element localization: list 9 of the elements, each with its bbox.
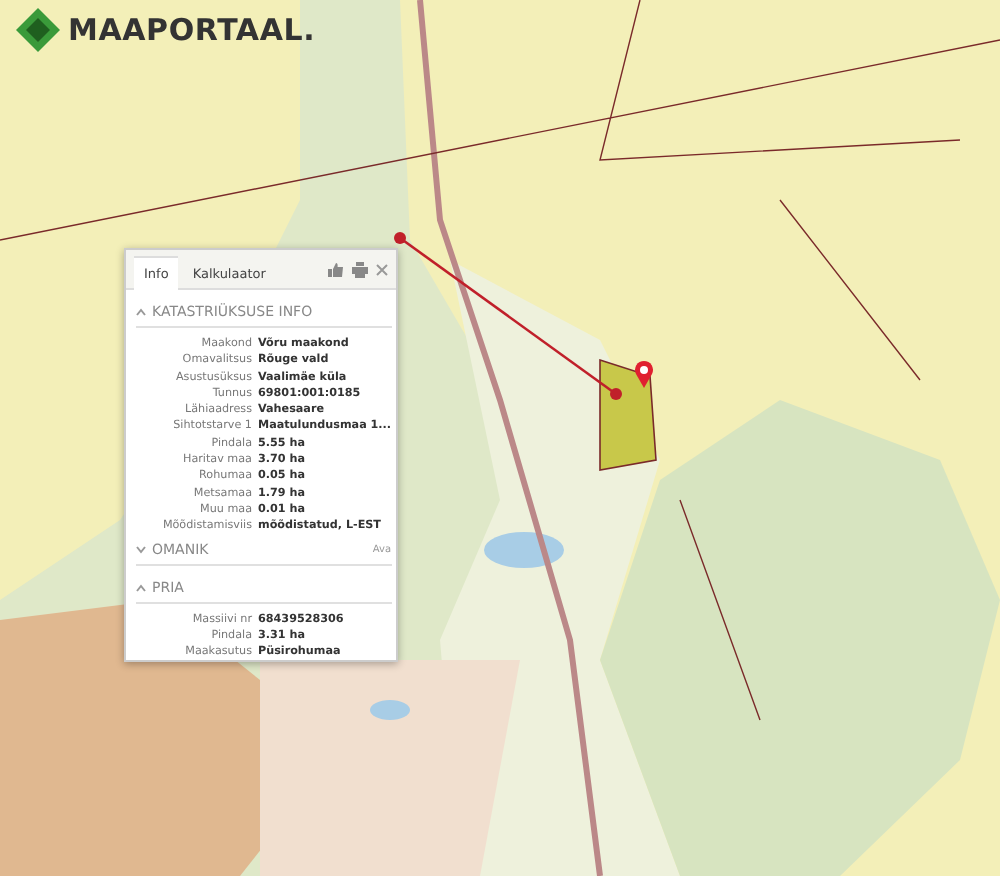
print-icon[interactable] [352, 261, 368, 277]
close-icon[interactable] [376, 263, 388, 275]
chevron-down-icon [136, 545, 146, 554]
chevron-up-icon [136, 583, 146, 592]
location-pin-icon [634, 360, 654, 390]
logo-text: MAAPORTAAL. [68, 12, 316, 48]
logo-icon [16, 8, 60, 52]
thumbs-up-icon[interactable] [328, 261, 344, 277]
chevron-up-icon [136, 308, 146, 316]
